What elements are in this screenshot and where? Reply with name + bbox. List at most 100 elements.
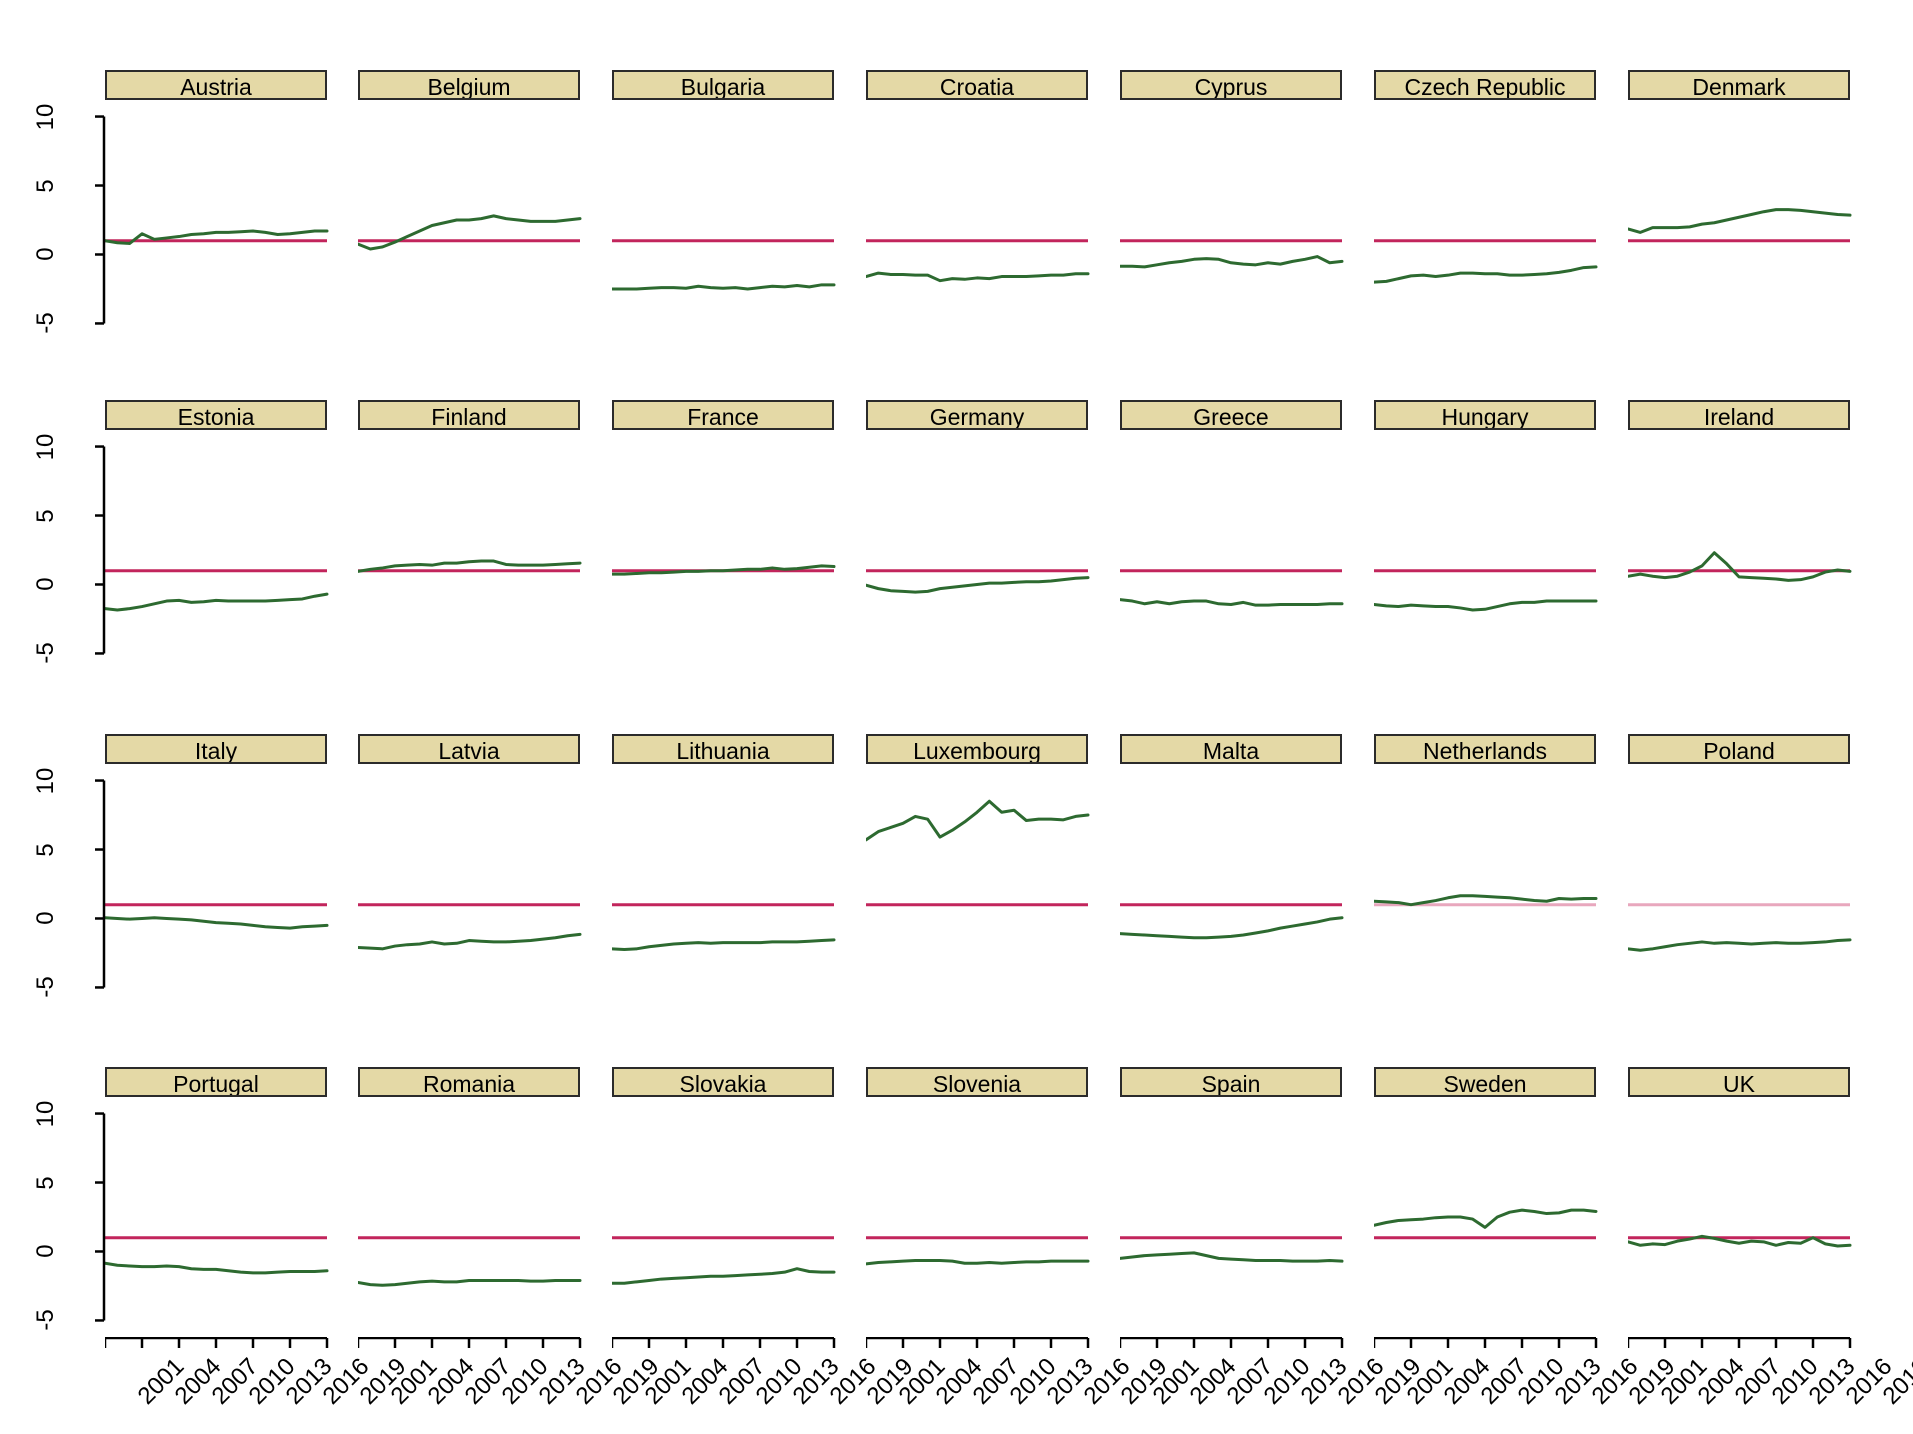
y-tick-label: 5 <box>32 508 59 523</box>
panel-title: Germany <box>866 400 1088 430</box>
plot-area <box>358 430 584 674</box>
y-tick-label: 0 <box>32 577 59 592</box>
panel-title: Spain <box>1120 1067 1342 1097</box>
data-line <box>1628 938 1852 952</box>
y-tick-label: -5 <box>32 312 59 335</box>
panel-title: Poland <box>1628 734 1850 764</box>
panel-title: Lithuania <box>612 734 834 764</box>
y-tick-label: 0 <box>32 247 59 262</box>
plot-area <box>105 1097 331 1341</box>
plot-area <box>612 100 838 344</box>
y-tick-label: 10 <box>32 433 59 460</box>
panel-title: Portugal <box>105 1067 327 1097</box>
plot-area <box>105 100 331 344</box>
plot-area <box>358 1097 584 1341</box>
panel-title: Austria <box>105 70 327 100</box>
y-tick-label: 5 <box>32 1175 59 1190</box>
panel-title: Hungary <box>1374 400 1596 430</box>
plot-area <box>1628 764 1854 1008</box>
y-tick-label: 10 <box>32 1100 59 1127</box>
data-line <box>866 271 1090 283</box>
panel-title: Cyprus <box>1120 70 1342 100</box>
x-axis-col-6: 2001 2004 2007 2010 2013 2016 2019 <box>1372 1336 1680 1410</box>
data-line <box>1374 599 1598 612</box>
data-line <box>866 799 1090 842</box>
data-line <box>105 592 329 612</box>
panel-title: Sweden <box>1374 1067 1596 1097</box>
x-axis-col-2: 2001 2004 2007 2010 2013 2016 2019 <box>356 1336 664 1410</box>
panel-title: Estonia <box>105 400 327 430</box>
data-line <box>1120 1251 1344 1263</box>
data-line <box>105 1261 329 1275</box>
plot-area <box>358 764 584 1008</box>
panel-title: Denmark <box>1628 70 1850 100</box>
panel-title: Ireland <box>1628 400 1850 430</box>
data-line <box>358 932 582 951</box>
plot-area <box>1374 1097 1600 1341</box>
plot-area <box>1120 430 1346 674</box>
y-tick-label: 5 <box>32 178 59 193</box>
y-tick-label: -5 <box>32 976 59 999</box>
x-axis-col-5: 2001 2004 2007 2010 2013 2016 2019 <box>1118 1336 1426 1410</box>
data-line <box>1628 551 1852 582</box>
y-tick-label: -5 <box>32 1309 59 1332</box>
panel-title: France <box>612 400 834 430</box>
panel-title: Romania <box>358 1067 580 1097</box>
data-line <box>612 283 836 291</box>
plot-area <box>866 430 1092 674</box>
plot-area <box>1628 100 1854 344</box>
plot-area <box>1374 100 1600 344</box>
panel-title: Bulgaria <box>612 70 834 100</box>
plot-area <box>1374 764 1600 1008</box>
panel-title: Greece <box>1120 400 1342 430</box>
plot-area <box>612 1097 838 1341</box>
panel-title: UK <box>1628 1067 1850 1097</box>
plot-area <box>1120 100 1346 344</box>
panel-title: Czech Republic <box>1374 70 1596 100</box>
panel-title: Luxembourg <box>866 734 1088 764</box>
figure-canvas: Austria Belgium Bulgaria Croatia Cyprus Czech… <box>0 0 1913 1434</box>
plot-area <box>1120 764 1346 1008</box>
data-line <box>1374 1208 1598 1229</box>
plot-area <box>612 430 838 674</box>
panel-title: Croatia <box>866 70 1088 100</box>
data-line <box>358 1278 582 1287</box>
panel-title: Italy <box>105 734 327 764</box>
data-line <box>358 214 582 251</box>
data-line <box>1120 598 1344 607</box>
plot-area <box>1628 1097 1854 1341</box>
plot-area <box>866 100 1092 344</box>
panel-title: Slovenia <box>866 1067 1088 1097</box>
data-line <box>612 938 836 952</box>
plot-area <box>1374 430 1600 674</box>
plot-area <box>105 430 331 674</box>
x-axis-col-3: 2001 2004 2007 2010 2013 2016 2019 <box>610 1336 918 1410</box>
plot-area <box>866 1097 1092 1341</box>
panel-title: Latvia <box>358 734 580 764</box>
y-tick-label: 10 <box>32 767 59 794</box>
panel-title: Finland <box>358 400 580 430</box>
plot-area <box>866 764 1092 1008</box>
data-line <box>1374 265 1598 284</box>
data-line <box>1120 255 1344 269</box>
x-axis-col-1: 2001 2004 2007 2010 2013 2016 2019 <box>103 1336 411 1410</box>
y-tick-label: 0 <box>32 1244 59 1259</box>
plot-area <box>358 100 584 344</box>
y-tick-label: 0 <box>32 911 59 926</box>
data-line <box>1628 208 1852 234</box>
plot-area <box>1120 1097 1346 1341</box>
x-axis-col-4: 2001 2004 2007 2010 2013 2016 2019 <box>864 1336 1172 1410</box>
plot-area <box>105 764 331 1008</box>
y-tick-label: 10 <box>32 103 59 130</box>
panel-title: Malta <box>1120 734 1342 764</box>
plot-area <box>612 764 838 1008</box>
data-line <box>612 1267 836 1285</box>
panel-title: Slovakia <box>612 1067 834 1097</box>
x-axis-col-7: 2001 2004 2007 2010 2013 2016 2019 <box>1626 1336 1913 1410</box>
data-line <box>1120 916 1344 940</box>
panel-title: Netherlands <box>1374 734 1596 764</box>
plot-area <box>1628 430 1854 674</box>
data-line <box>866 1258 1090 1266</box>
panel-title: Belgium <box>358 70 580 100</box>
y-tick-label: -5 <box>32 642 59 665</box>
